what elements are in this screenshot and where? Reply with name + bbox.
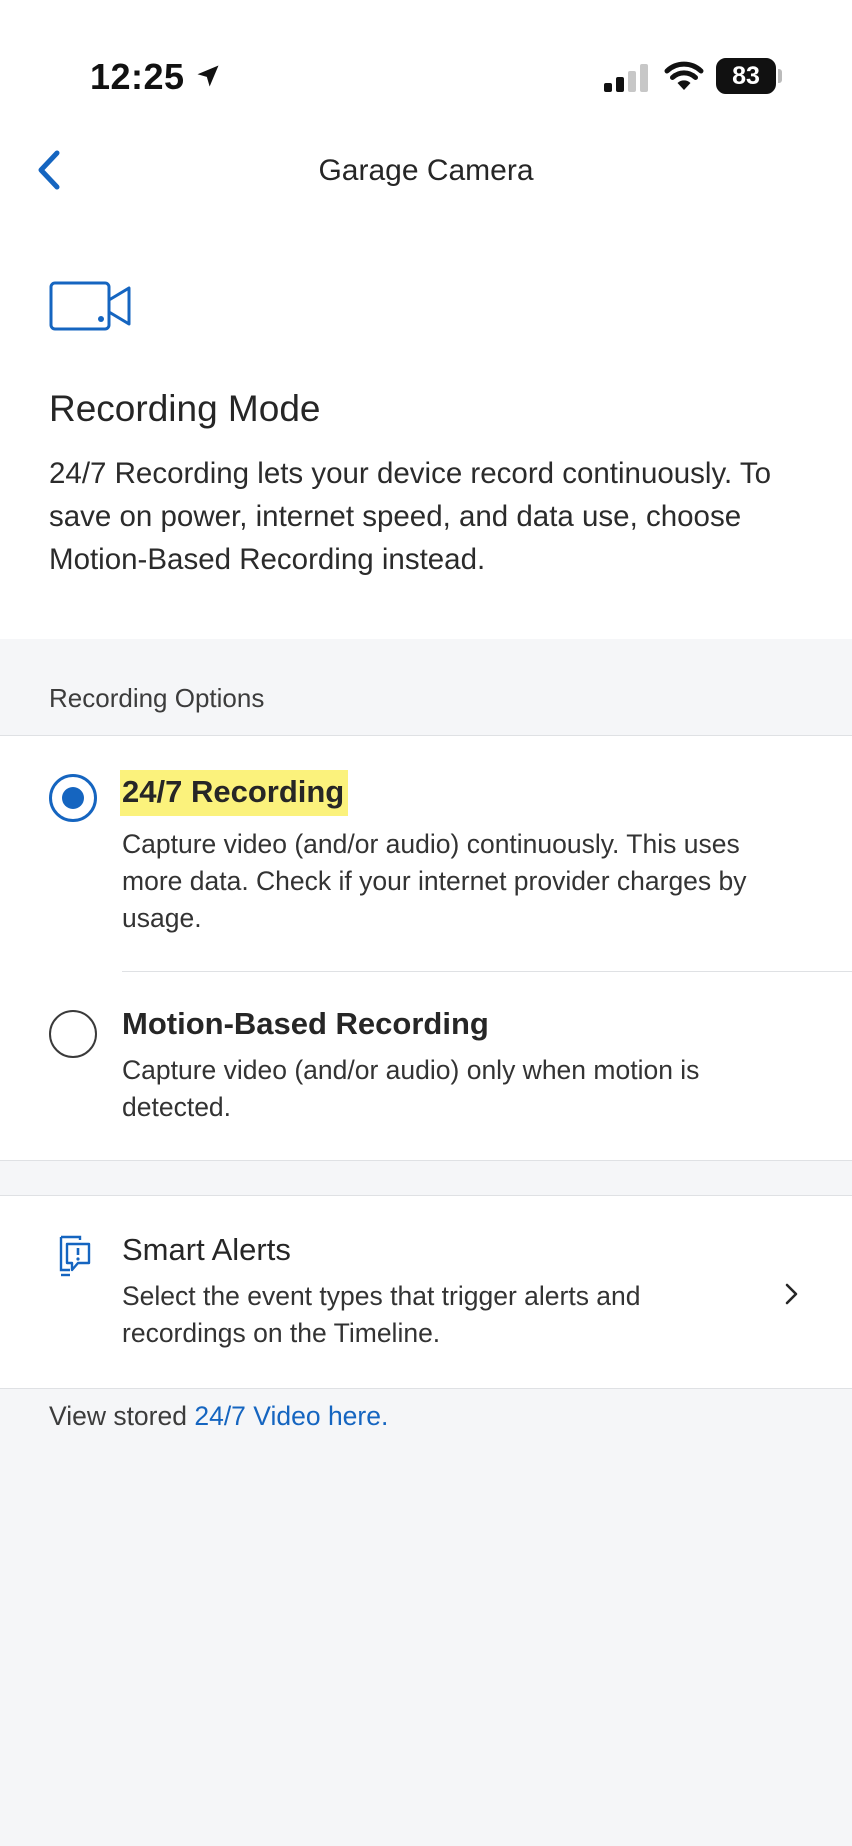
footer-note: View stored 24/7 Video here. xyxy=(0,1389,852,1444)
section-description: 24/7 Recording lets your device record c… xyxy=(49,457,772,576)
top-panel: 12:25 83 Garage Camera Recording Mode 24… xyxy=(0,0,852,639)
wifi-icon xyxy=(664,61,704,90)
section-gap xyxy=(0,1161,852,1195)
options-header: Recording Options xyxy=(0,639,852,735)
option-247-recording[interactable]: 24/7 Recording Capture video (and/or aud… xyxy=(0,736,852,971)
smart-alerts-icon xyxy=(59,1235,91,1277)
location-arrow-icon xyxy=(197,65,219,87)
battery-percent: 83 xyxy=(732,62,760,90)
status-bar: 12:25 83 xyxy=(0,0,852,140)
section-title: Recording Mode xyxy=(49,388,321,429)
option-motion-based-recording[interactable]: Motion-Based Recording Capture video (an… xyxy=(0,972,852,1160)
smart-alerts-row[interactable]: Smart Alerts Select the event types that… xyxy=(0,1195,852,1389)
option-description: Capture video (and/or audio) only when m… xyxy=(122,1055,700,1122)
option-title: 24/7 Recording xyxy=(120,770,349,816)
battery-icon: 83 xyxy=(716,58,782,94)
recording-options-list: 24/7 Recording Capture video (and/or aud… xyxy=(0,735,852,1161)
radio-motion-based-recording[interactable] xyxy=(49,1010,97,1058)
navigation-bar: Garage Camera xyxy=(0,140,852,240)
footer-prefix: View stored xyxy=(49,1401,195,1431)
chevron-right-icon xyxy=(785,1283,798,1305)
cellular-signal-icon xyxy=(604,64,648,92)
page-title: Garage Camera xyxy=(318,154,534,187)
battery-cap xyxy=(778,69,782,83)
stored-video-link[interactable]: 24/7 Video here. xyxy=(194,1401,388,1431)
radio-247-recording[interactable] xyxy=(49,774,97,822)
option-title: Motion-Based Recording xyxy=(122,1006,489,1041)
recording-mode-header: Recording Mode 24/7 Recording lets your … xyxy=(0,240,852,639)
status-time: 12:25 xyxy=(90,56,185,97)
smart-alerts-description: Select the event types that trigger aler… xyxy=(122,1281,641,1348)
option-description: Capture video (and/or audio) continuousl… xyxy=(122,829,747,933)
smart-alerts-title: Smart Alerts xyxy=(122,1232,291,1267)
video-camera-icon xyxy=(49,281,131,331)
